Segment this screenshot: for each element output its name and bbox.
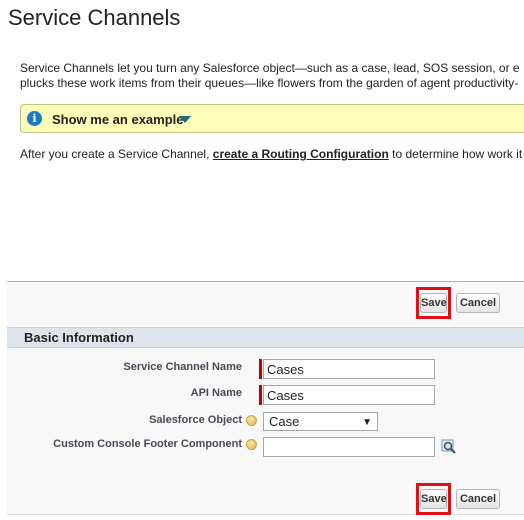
routing-hint-suffix: to determine how work it xyxy=(388,147,523,161)
intro-text: Service Channels let you turn any Salesf… xyxy=(20,61,524,91)
routing-hint-prefix: After you create a Service Channel, xyxy=(20,147,213,161)
show-example-panel[interactable]: i Show me an example xyxy=(20,104,524,133)
help-icon[interactable] xyxy=(246,415,257,426)
lookup-icon[interactable] xyxy=(441,439,457,455)
service-channel-name-input[interactable] xyxy=(263,359,435,379)
intro-line-1: Service Channels let you turn any Salesf… xyxy=(20,61,520,75)
dropdown-arrow-icon: ▼ xyxy=(362,417,372,428)
cancel-button-top[interactable]: Cancel xyxy=(456,293,500,313)
required-indicator xyxy=(259,385,262,405)
salesforce-object-select[interactable]: Case ▼ xyxy=(263,412,378,431)
caret-down-icon[interactable] xyxy=(179,116,191,123)
required-indicator xyxy=(259,359,262,379)
page-title: Service Channels xyxy=(8,5,181,30)
custom-console-footer-input[interactable] xyxy=(263,437,435,457)
api-name-label: API Name xyxy=(190,387,242,399)
salesforce-object-value: Case xyxy=(269,414,300,429)
info-icon: i xyxy=(27,111,42,126)
show-example-label[interactable]: Show me an example xyxy=(52,112,184,127)
save-button-top[interactable]: Save xyxy=(420,293,447,313)
section-title: Basic Information xyxy=(24,330,134,345)
section-header: Basic Information xyxy=(7,327,524,348)
save-button-bottom[interactable]: Save xyxy=(420,489,447,509)
cancel-button-bottom[interactable]: Cancel xyxy=(456,489,500,509)
custom-console-footer-label: Custom Console Footer Component xyxy=(53,438,242,450)
service-channel-name-label: Service Channel Name xyxy=(123,361,242,373)
routing-hint: After you create a Service Channel, crea… xyxy=(20,147,522,161)
create-routing-configuration-link[interactable]: create a Routing Configuration xyxy=(213,147,389,161)
help-icon[interactable] xyxy=(246,439,257,450)
api-name-input[interactable] xyxy=(263,385,435,405)
salesforce-object-label: Salesforce Object xyxy=(149,414,242,426)
intro-line-2: plucks these work items from their queue… xyxy=(20,76,519,90)
